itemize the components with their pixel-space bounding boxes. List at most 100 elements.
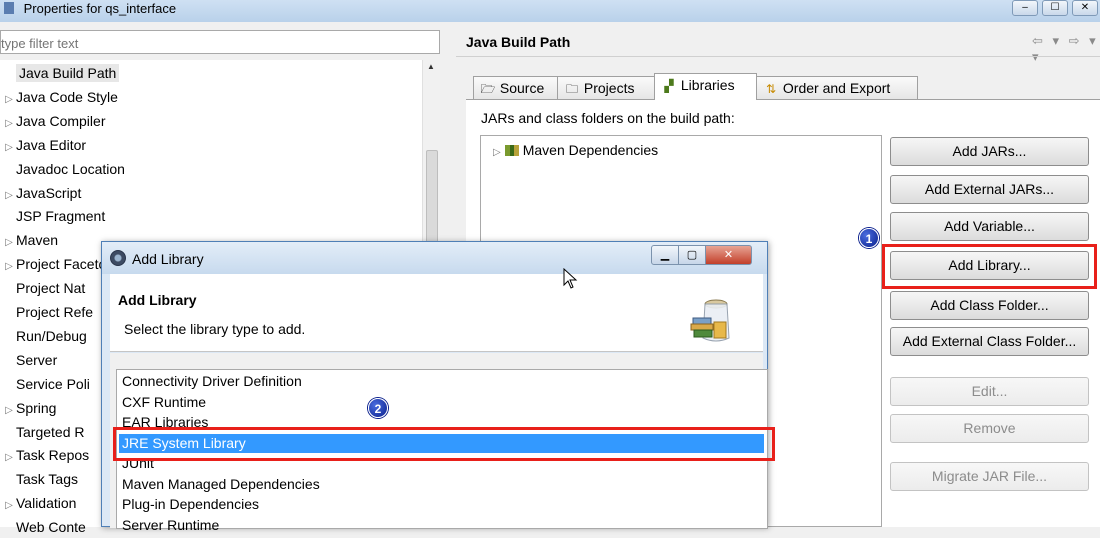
dialog-title-bar: Add Library ▁ ▢ ✕ — [102, 242, 767, 274]
add-variable-button[interactable]: Add Variable... — [890, 212, 1089, 241]
dialog-minimize-button[interactable]: ▁ — [651, 245, 679, 265]
tree-item[interactable]: Java Build Path — [2, 62, 120, 84]
window-title: Properties for qs_interface — [23, 1, 177, 16]
build-path-caption: JARs and class folders on the build path… — [481, 110, 735, 126]
step-badge-2: 2 — [368, 398, 388, 418]
tree-item-label: Validation — [16, 495, 77, 512]
window-title-bar: Properties for qs_interface – ☐ ✕ — [0, 0, 1100, 22]
tree-item-label: Maven — [16, 232, 59, 249]
libraries-icon: ▞ — [664, 79, 674, 93]
jre-highlight — [113, 427, 775, 461]
library-icon — [504, 145, 519, 156]
tree-item-label: Java Code Style — [16, 88, 118, 105]
source-icon: 🗁 — [480, 82, 496, 96]
tree-item[interactable]: JSP Fragment — [2, 205, 105, 227]
tree-item[interactable]: ▷ Maven — [2, 229, 58, 251]
expand-arrow-icon[interactable]: ▷ — [2, 113, 16, 135]
tree-item[interactable]: Web Conte — [2, 516, 86, 538]
dialog-header: Add Library Select the library type to a… — [110, 274, 763, 352]
tree-item[interactable]: ▷ Java Editor — [2, 134, 86, 156]
tree-item-label: Run/Debug — [16, 327, 87, 344]
expand-arrow-icon[interactable]: ▷ — [2, 137, 16, 159]
tree-item[interactable]: Service Poli — [2, 373, 90, 395]
tree-item[interactable]: Server — [2, 349, 57, 371]
scroll-up-icon[interactable]: ▲ — [427, 62, 435, 71]
tree-item-label: Project Refe — [16, 304, 94, 320]
tree-item-label: Web Conte — [16, 519, 86, 536]
tab-source[interactable]: 🗁 Source — [473, 76, 558, 99]
tree-item[interactable]: ▷ Java Code Style — [2, 86, 118, 108]
tree-item[interactable]: ▷ Project Faceto — [2, 253, 106, 275]
minimize-button[interactable]: – — [1012, 0, 1038, 16]
dialog-close-button[interactable]: ✕ — [705, 245, 752, 265]
dialog-maximize-button[interactable]: ▢ — [678, 245, 706, 265]
projects-icon: 🗀 — [565, 82, 578, 96]
tree-item-label: Task Tags — [16, 471, 78, 488]
tree-item[interactable]: ▷ Java Compiler — [2, 110, 105, 132]
expand-arrow-icon[interactable]: ▷ — [2, 447, 16, 469]
tab-label: Order and Export — [782, 80, 891, 96]
expand-arrow-icon[interactable]: ▷ — [493, 147, 501, 158]
order-icon: ⇅ — [765, 82, 777, 96]
history-nav-icons[interactable]: ⇦ ▾ ⇨ ▾ ▾ — [1032, 33, 1100, 65]
tree-item[interactable]: Project Refe — [2, 301, 93, 323]
close-button[interactable]: ✕ — [1072, 0, 1098, 16]
tree-item[interactable]: Project Nat — [2, 277, 85, 299]
library-type-item[interactable]: Connectivity Driver Definition — [119, 372, 764, 391]
add-jars-button[interactable]: Add JARs... — [890, 137, 1089, 166]
tree-item-label: JavaScript — [16, 184, 82, 201]
tree-item-label: Java Build Path — [16, 64, 120, 82]
dialog-header-subtitle: Select the library type to add. — [124, 321, 306, 337]
expand-arrow-icon[interactable]: ▷ — [2, 400, 16, 422]
library-type-item[interactable]: CXF Runtime — [119, 393, 764, 412]
library-type-item[interactable]: Maven Managed Dependencies — [119, 475, 764, 494]
add-external-class-folder-button[interactable]: Add External Class Folder... — [890, 327, 1089, 356]
tree-item-label: Java Compiler — [16, 112, 106, 129]
tree-item[interactable]: ▷ Validation — [2, 492, 76, 514]
tab-projects[interactable]: 🗀 Projects — [557, 76, 655, 99]
dialog-title: Add Library — [132, 251, 204, 267]
expand-arrow-icon[interactable]: ▷ — [2, 185, 16, 207]
step-badge-1: 1 — [859, 228, 879, 248]
tab-label: Source — [499, 80, 545, 96]
tree-item[interactable]: Targeted R — [2, 421, 84, 443]
expand-arrow-icon[interactable]: ▷ — [2, 232, 16, 254]
tree-item-label: JSP Fragment — [16, 208, 106, 225]
tree-item-label: Task Repos — [16, 447, 90, 464]
tree-item-label: Project Nat — [16, 280, 86, 297]
tab-libraries[interactable]: ▞ Libraries — [654, 73, 757, 100]
tree-item-label: Targeted R — [16, 423, 85, 440]
add-library-highlight — [882, 244, 1097, 289]
tree-item-label: Project Faceto — [16, 256, 107, 273]
tree-item[interactable]: Javadoc Location — [2, 158, 125, 180]
library-type-item[interactable]: Server Runtime — [119, 516, 764, 535]
expand-arrow-icon[interactable]: ▷ — [2, 495, 16, 517]
tree-item[interactable]: Task Tags — [2, 468, 78, 490]
build-path-item[interactable]: ▷ Maven Dependencies — [493, 142, 658, 158]
tab-label: Libraries — [680, 77, 735, 93]
tab-label: Projects — [583, 80, 635, 96]
library-jar-icon — [690, 299, 730, 342]
tab-order-export[interactable]: ⇅ Order and Export — [756, 76, 918, 99]
migrate-jar-button[interactable]: Migrate JAR File... — [890, 462, 1089, 491]
expand-arrow-icon[interactable]: ▷ — [2, 89, 16, 111]
filter-input[interactable] — [0, 30, 440, 54]
tree-item-label: Java Editor — [16, 136, 87, 153]
tree-item[interactable]: Run/Debug — [2, 325, 87, 347]
build-path-item-label: Maven Dependencies — [522, 142, 659, 158]
maximize-button[interactable]: ☐ — [1042, 0, 1068, 16]
tree-item-label: Service Poli — [16, 375, 90, 392]
tree-item[interactable]: ▷ JavaScript — [2, 182, 81, 204]
page-title: Java Build Path — [466, 34, 571, 50]
tree-item-label: Javadoc Location — [16, 160, 125, 177]
mouse-cursor-icon — [563, 268, 578, 289]
edit-button[interactable]: Edit... — [890, 377, 1089, 406]
add-external-jars-button[interactable]: Add External JARs... — [890, 175, 1089, 204]
tree-item[interactable]: ▷ Spring — [2, 397, 56, 419]
expand-arrow-icon[interactable]: ▷ — [2, 256, 16, 278]
library-type-item[interactable]: Plug-in Dependencies — [119, 495, 764, 514]
tree-item-label: Spring — [16, 399, 57, 416]
tree-item[interactable]: ▷ Task Repos — [2, 444, 89, 466]
add-class-folder-button[interactable]: Add Class Folder... — [890, 291, 1089, 320]
remove-button[interactable]: Remove — [890, 414, 1089, 443]
